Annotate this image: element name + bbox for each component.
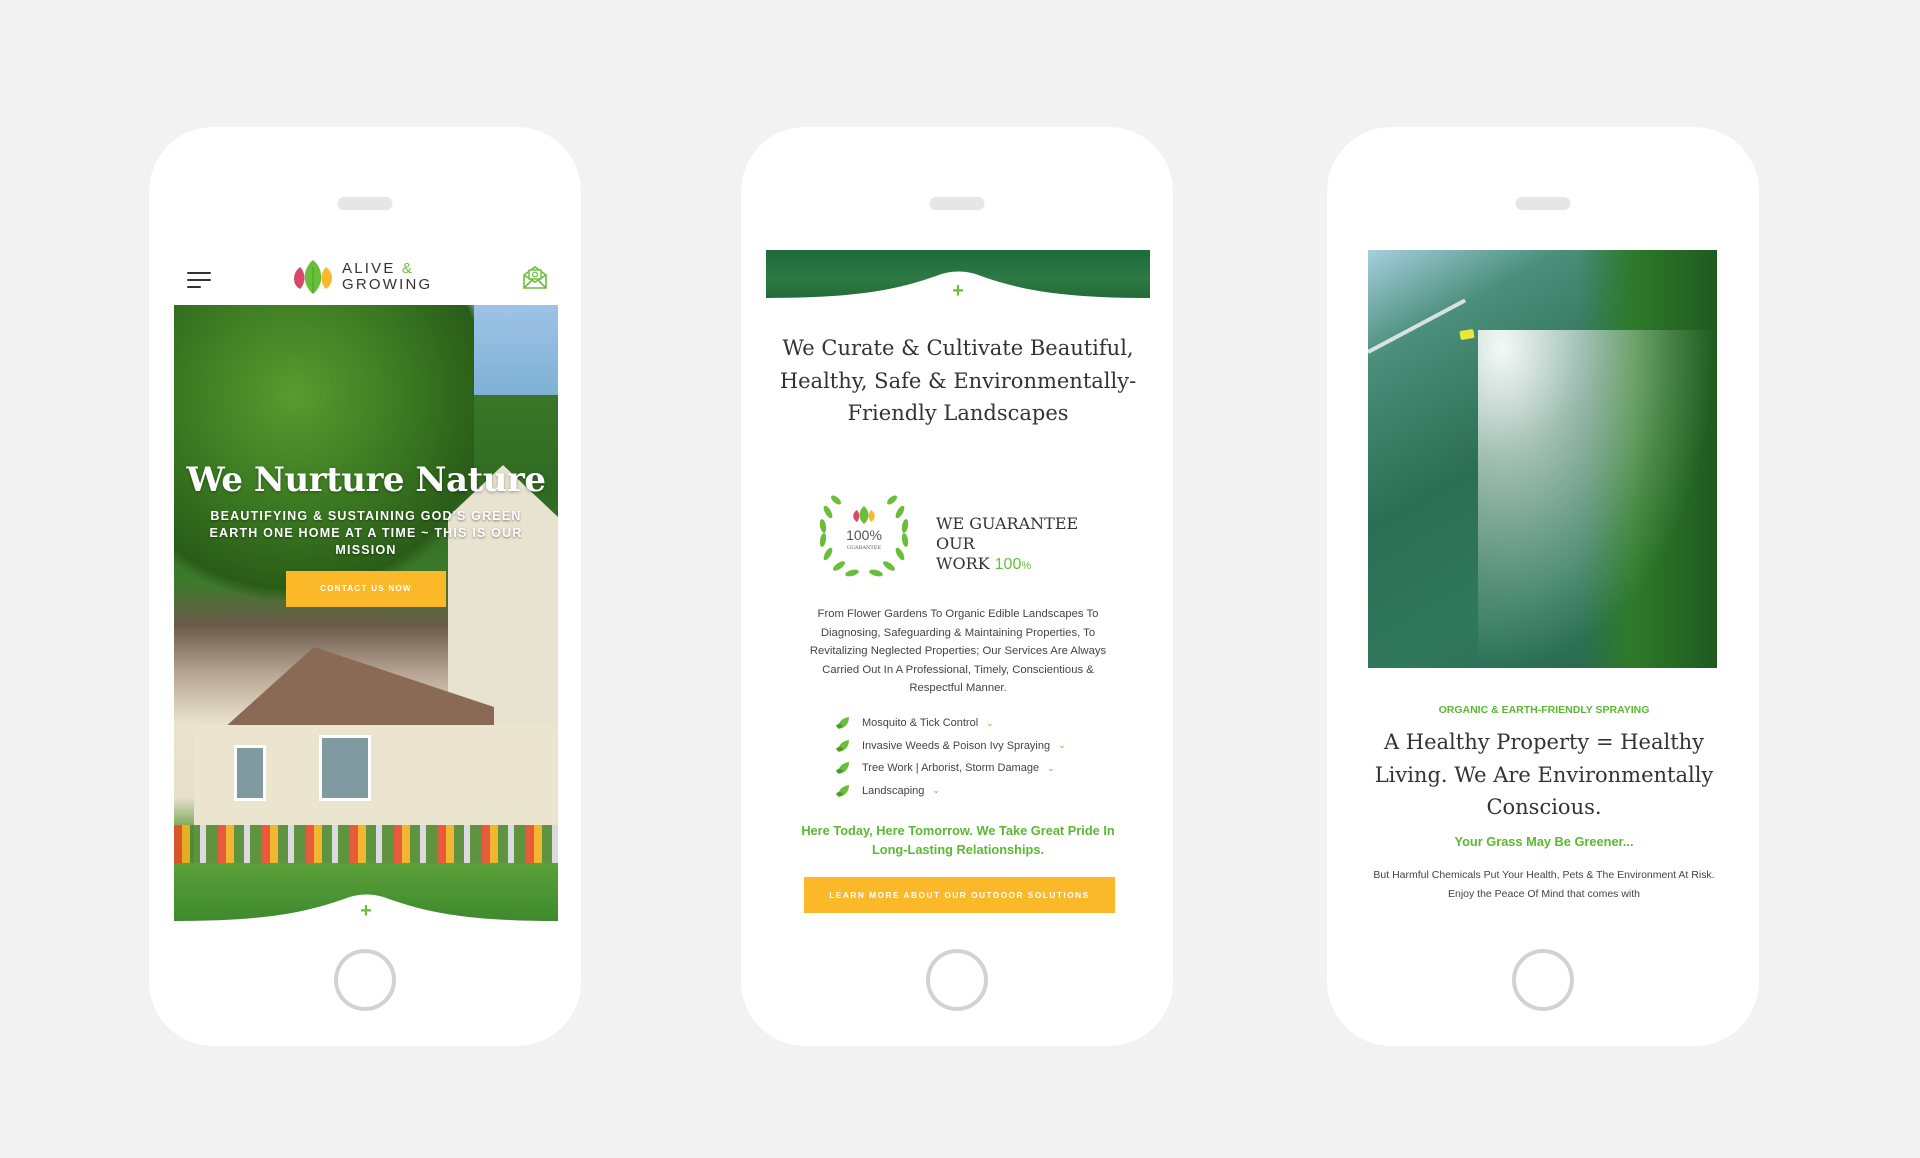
leaf-icon (836, 717, 849, 730)
guarantee-laurel-badge-icon: 100% GUARANTEE (819, 495, 909, 577)
hero-banner: We Nurture Nature Beautifying & Sustaini… (174, 305, 558, 921)
logo-word-growing: GROWING (342, 276, 433, 293)
service-label: Invasive Weeds & Poison Ivy Spraying (862, 739, 1051, 752)
hero-window (319, 735, 371, 801)
phone-screen: Organic & Earth-Friendly Spraying A Heal… (1352, 250, 1736, 921)
phone-screen: ALIVE & GROWING We Nurture Nature BEAUTI… (174, 250, 558, 921)
contact-us-button[interactable]: Contact Us Now (286, 571, 446, 607)
guarantee-pct-number: 100 (994, 556, 1022, 573)
hero-window (234, 745, 266, 801)
expand-plus-icon[interactable]: + (360, 901, 372, 921)
phone-home-button (334, 949, 396, 1011)
photo-spray-nozzle (1459, 328, 1475, 341)
badge-label: GUARANTEE (847, 545, 881, 551)
chevron-down-icon[interactable]: ⌄ (986, 718, 994, 729)
expand-plus-icon[interactable]: + (952, 281, 964, 301)
phone-mockup-home: ALIVE & GROWING We Nurture Nature BEAUTI… (149, 127, 581, 1046)
leaf-icon (836, 739, 849, 752)
relationship-tagline: Here Today, Here Tomorrow. We Take Great… (801, 823, 1115, 857)
section-title: We Curate & Cultivate Beautiful, Healthy… (779, 336, 1137, 425)
phone-screen: + We Curate & Cultivate Beautiful, Healt… (766, 250, 1150, 921)
guarantee-pct-sign: % (1021, 560, 1032, 572)
section-subheading: Your Grass May Be Greener... (1454, 834, 1634, 849)
guarantee-text: WE GUARANTEE OUR WORK 100% (936, 514, 1114, 576)
section-title: A Healthy Property = Healthy Living. We … (1374, 730, 1714, 819)
service-item[interactable]: Mosquito & Tick Control ⌄ (836, 712, 1116, 735)
hamburger-menu-icon[interactable] (187, 272, 213, 288)
spraying-photo (1368, 250, 1717, 668)
service-label: Landscaping (862, 784, 925, 797)
photo-spray-mist (1478, 330, 1717, 668)
hero-title: We Nurture Nature (186, 460, 546, 500)
section-eyebrow: Organic & Earth-Friendly Spraying (1438, 704, 1650, 716)
hero-subtitle: Beautifying & Sustaining God's Green Ear… (209, 509, 523, 557)
guarantee-line2: WORK (936, 554, 990, 573)
phone-speaker (1515, 197, 1571, 210)
services-list: Mosquito & Tick Control ⌄ Invasive Weeds… (836, 712, 1116, 802)
site-logo[interactable]: ALIVE & GROWING (292, 259, 432, 295)
service-item[interactable]: Landscaping ⌄ (836, 780, 1116, 803)
service-label: Mosquito & Tick Control (862, 717, 979, 730)
phone-mockup-spraying: Organic & Earth-Friendly Spraying A Heal… (1327, 127, 1759, 1046)
logo-ampersand: & (401, 260, 415, 277)
service-label: Tree Work | Arborist, Storm Damage (862, 762, 1040, 775)
learn-more-button[interactable]: Learn More About Our Outdoor Solutions (804, 877, 1115, 913)
leaf-icon (836, 762, 849, 775)
chevron-down-icon[interactable]: ⌄ (1058, 740, 1066, 751)
envelope-at-icon[interactable] (522, 264, 548, 290)
logo-word-alive: ALIVE (342, 260, 396, 277)
guarantee-line1: WE GUARANTEE OUR (936, 514, 1079, 553)
leaf-icon (836, 784, 849, 797)
guarantee-percent: 100% (995, 556, 1031, 573)
guarantee-block: 100% GUARANTEE WE GUARANTEE OUR WORK 100… (814, 482, 1114, 582)
section-body: But Harmful Chemicals Put Your Health, P… (1373, 869, 1715, 900)
hero-flower-bed (174, 825, 558, 865)
logo-wordmark: ALIVE & GROWING (342, 261, 432, 293)
service-item[interactable]: Tree Work | Arborist, Storm Damage ⌄ (836, 757, 1116, 780)
badge-percent: 100% (846, 527, 882, 543)
chevron-down-icon[interactable]: ⌄ (1047, 763, 1055, 774)
hero-content: We Nurture Nature Beautifying & Sustaini… (174, 460, 558, 607)
phone-mockup-services: + We Curate & Cultivate Beautiful, Healt… (741, 127, 1173, 1046)
phone-speaker (337, 197, 393, 210)
site-header: ALIVE & GROWING (174, 250, 558, 305)
phone-speaker (929, 197, 985, 210)
service-item[interactable]: Invasive Weeds & Poison Ivy Spraying ⌄ (836, 735, 1116, 758)
three-leaves-logo-icon (294, 260, 332, 294)
services-description: From Flower Gardens To Organic Edible La… (809, 608, 1107, 694)
photo-spray-wand (1368, 298, 1467, 354)
phone-home-button (926, 949, 988, 1011)
phone-home-button (1512, 949, 1574, 1011)
chevron-down-icon[interactable]: ⌄ (932, 785, 940, 796)
